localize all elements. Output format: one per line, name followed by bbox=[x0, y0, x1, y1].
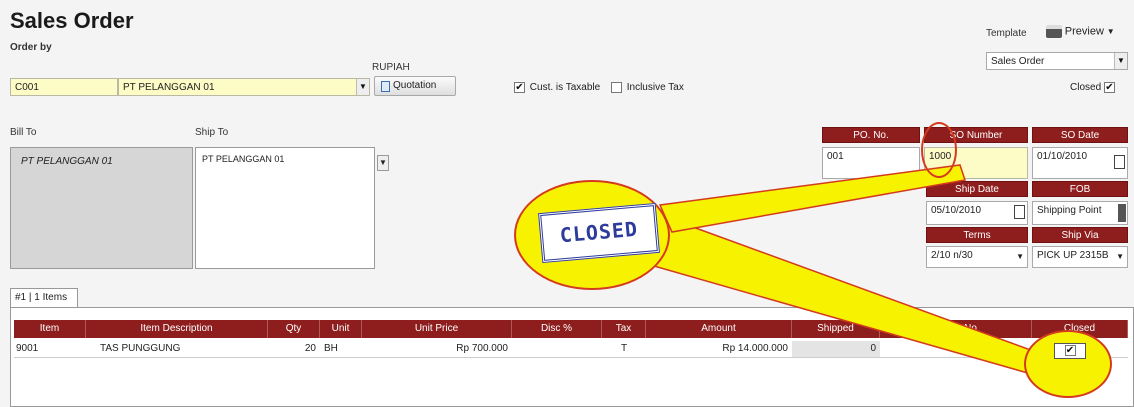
callout-circle-closed bbox=[1024, 330, 1112, 398]
callout-beam-top bbox=[658, 164, 966, 233]
callout-circle-so-number bbox=[921, 122, 957, 178]
callout-beam-bottom bbox=[638, 214, 1081, 389]
row-closed-checkbox[interactable]: ✔ bbox=[1064, 345, 1076, 356]
row-closed-cell[interactable]: ✔ bbox=[1054, 343, 1086, 359]
closed-stamp: CLOSED bbox=[538, 202, 660, 264]
